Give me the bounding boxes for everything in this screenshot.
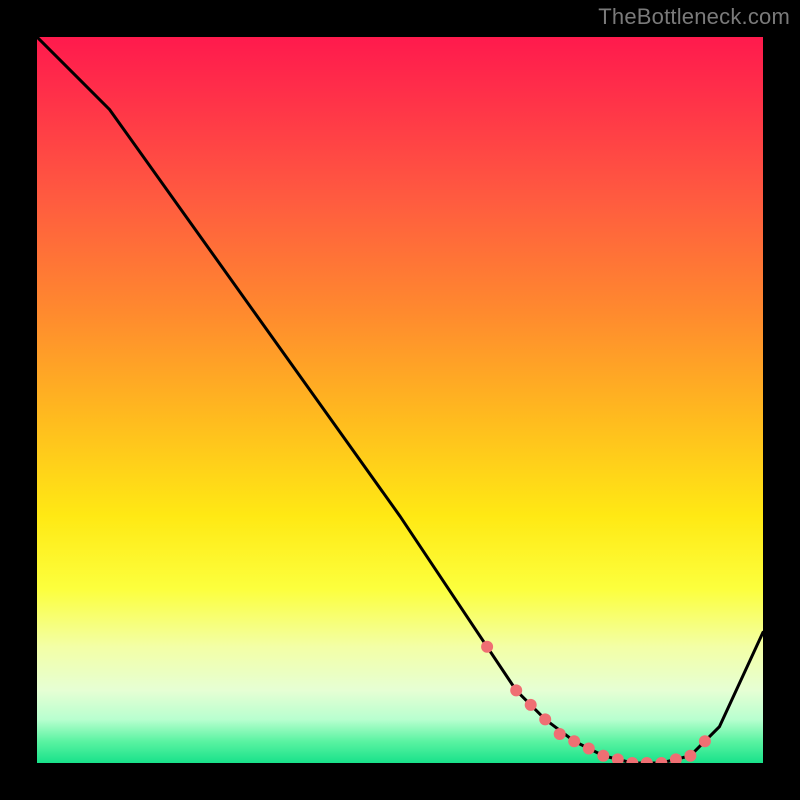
marker-dot: [699, 735, 711, 747]
marker-dot: [670, 753, 682, 763]
marker-dot: [554, 728, 566, 740]
marker-dot: [641, 757, 653, 763]
curve-path: [37, 37, 763, 763]
plot-area: [37, 37, 763, 763]
trough-markers: [481, 641, 711, 763]
marker-dot: [612, 753, 624, 763]
marker-dot: [481, 641, 493, 653]
attribution-text: TheBottleneck.com: [598, 4, 790, 30]
marker-dot: [583, 743, 595, 755]
marker-dot: [568, 735, 580, 747]
marker-dot: [597, 750, 609, 762]
marker-dot: [539, 713, 551, 725]
marker-dot: [525, 699, 537, 711]
chart-stage: TheBottleneck.com: [0, 0, 800, 800]
chart-svg: [37, 37, 763, 763]
marker-dot: [626, 757, 638, 763]
marker-dot: [684, 750, 696, 762]
marker-dot: [510, 684, 522, 696]
marker-dot: [655, 757, 667, 763]
